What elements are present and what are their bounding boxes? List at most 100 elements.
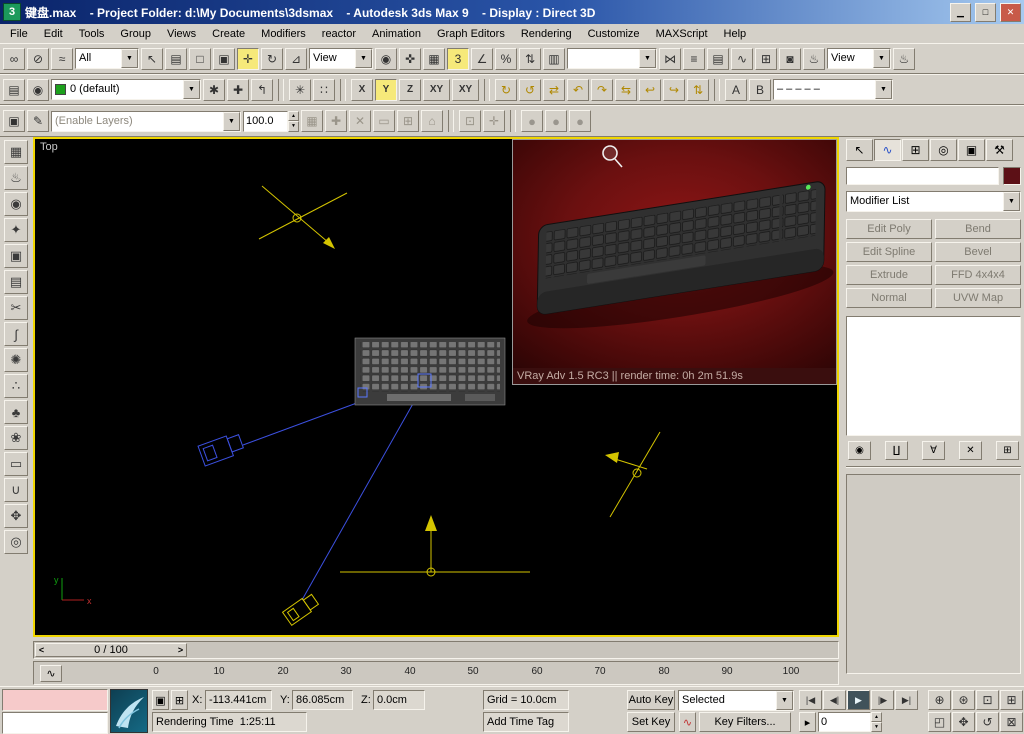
- z-coordinate-field[interactable]: 0.0cm: [373, 690, 425, 710]
- tool-a-icon[interactable]: A: [725, 78, 747, 101]
- anim-layer-props-icon[interactable]: ✛: [483, 110, 505, 132]
- make-unique-icon[interactable]: ∀: [922, 441, 945, 460]
- sphere-icon[interactable]: ◉: [4, 192, 28, 216]
- spline-icon[interactable]: ∫: [4, 322, 28, 346]
- select-and-rotate-icon[interactable]: ↻: [261, 47, 283, 70]
- auto-key-button[interactable]: Auto Key: [627, 690, 675, 710]
- macro-rotate-ccw-icon[interactable]: ↺: [519, 78, 541, 101]
- chevron-down-icon[interactable]: ▼: [639, 49, 656, 68]
- disable-anim-layer-icon[interactable]: ⊡: [459, 110, 481, 132]
- set-key-filters-icon[interactable]: ∿: [679, 712, 696, 732]
- render-scene-icon[interactable]: ♨: [803, 47, 825, 70]
- move-gizmo-icon[interactable]: ✥: [4, 504, 28, 528]
- time-slider[interactable]: < 0 / 100 >: [35, 643, 187, 657]
- curve-editor-icon[interactable]: ∿: [731, 47, 753, 70]
- select-and-move-icon[interactable]: ✛: [237, 47, 259, 70]
- macro-forward-icon[interactable]: ↪: [663, 78, 685, 101]
- spinner-snap-icon[interactable]: ⇅: [519, 47, 541, 70]
- macro-shift-icon[interactable]: ⇆: [615, 78, 637, 101]
- hierarchy-tab[interactable]: ⊞: [902, 139, 929, 161]
- remove-modifier-icon[interactable]: ✕: [959, 441, 982, 460]
- angle-snap-icon[interactable]: ∠: [471, 47, 493, 70]
- macro-recorder-row[interactable]: [2, 689, 108, 711]
- star-icon[interactable]: ✦: [4, 218, 28, 242]
- display-panel-icon[interactable]: ▣: [4, 244, 28, 268]
- chevron-down-icon[interactable]: ▼: [776, 691, 793, 710]
- zoom-all-icon[interactable]: ⊛: [952, 690, 975, 710]
- indicator-sphere-icon[interactable]: ●: [569, 110, 591, 132]
- named-selection-dropdown[interactable]: ▼: [567, 48, 657, 69]
- set-key-button[interactable]: Set Key: [627, 712, 675, 732]
- delete-anim-layer-icon[interactable]: ✕: [349, 110, 371, 132]
- ffd-4x4x4-button[interactable]: FFD 4x4x4: [935, 265, 1021, 285]
- layers-panel-icon[interactable]: ▤: [4, 270, 28, 294]
- scatter-icon[interactable]: ∴: [4, 374, 28, 398]
- layer-weight-spinner[interactable]: 100.0 ▲ ▼: [243, 110, 299, 132]
- go-to-start-button[interactable]: |◀: [799, 690, 822, 710]
- flower-icon[interactable]: ❀: [4, 426, 28, 450]
- object-name-field[interactable]: [846, 167, 999, 185]
- pan-icon[interactable]: ✥: [952, 712, 975, 732]
- menu-customize[interactable]: Customize: [580, 26, 648, 42]
- layer-manager-icon[interactable]: ▤: [707, 47, 729, 70]
- cylinder-icon[interactable]: ▭: [4, 452, 28, 476]
- tree-icon[interactable]: ♣: [4, 400, 28, 424]
- indicator-sphere-icon[interactable]: ●: [545, 110, 567, 132]
- menu-rendering[interactable]: Rendering: [513, 26, 580, 42]
- teapot-icon[interactable]: ♨: [4, 166, 28, 190]
- macro-redo-view-icon[interactable]: ↷: [591, 78, 613, 101]
- select-and-manipulate-icon[interactable]: ✜: [399, 47, 421, 70]
- active-layer-dropdown[interactable]: 0 (default) ▼: [51, 79, 201, 100]
- display-tab[interactable]: ▣: [958, 139, 985, 161]
- box-primitive-icon[interactable]: ▦: [4, 140, 28, 164]
- utilities-tab[interactable]: ⚒: [986, 139, 1013, 161]
- tube-icon[interactable]: ∪: [4, 478, 28, 502]
- enable-anim-layers-icon[interactable]: ▣: [3, 110, 25, 132]
- align-icon[interactable]: ≡: [683, 47, 705, 70]
- frame-number-spinner[interactable]: 0 ▲ ▼: [818, 712, 882, 732]
- spacing-tool-icon[interactable]: ∷: [313, 78, 335, 101]
- track-bar[interactable]: ∿ 0 10 20 30 40 50 60 70 80 90 100: [33, 661, 839, 685]
- create-tab[interactable]: ↖: [846, 139, 873, 161]
- next-frame-button[interactable]: |▶: [871, 690, 894, 710]
- zoom-extents-icon[interactable]: ⊡: [976, 690, 999, 710]
- menu-edit[interactable]: Edit: [36, 26, 71, 42]
- paste-anim-layer-icon[interactable]: ⊞: [397, 110, 419, 132]
- key-mode-toggle[interactable]: ▸: [799, 712, 816, 732]
- macro-undo-view-icon[interactable]: ↶: [567, 78, 589, 101]
- macro-swap-icon[interactable]: ⇄: [543, 78, 565, 101]
- chevron-down-icon[interactable]: ▼: [1003, 192, 1020, 211]
- scissors-icon[interactable]: ✂: [4, 296, 28, 320]
- copy-anim-layer-icon[interactable]: ▭: [373, 110, 395, 132]
- macro-rotate-cw-icon[interactable]: ↻: [495, 78, 517, 101]
- modify-tab[interactable]: ∿: [874, 139, 901, 161]
- listener-row[interactable]: [2, 712, 108, 734]
- chevron-down-icon[interactable]: ▼: [223, 111, 240, 131]
- bind-to-space-warp-icon[interactable]: ≈: [51, 47, 73, 70]
- menu-animation[interactable]: Animation: [364, 26, 429, 42]
- extrude-button[interactable]: Extrude: [846, 265, 932, 285]
- vray-frame-buffer[interactable]: VRay Adv 1.5 RC3 || render time: 0h 2m 5…: [512, 139, 837, 385]
- maximize-button[interactable]: □: [975, 2, 996, 22]
- object-color-swatch[interactable]: [1003, 167, 1021, 185]
- zoom-extents-all-icon[interactable]: ⊞: [1000, 690, 1023, 710]
- render-type-dropdown[interactable]: View ▼: [827, 48, 891, 69]
- add-anim-layer-icon[interactable]: ✚: [325, 110, 347, 132]
- absolute-offset-toggle[interactable]: ⊞: [171, 690, 188, 710]
- window-crossing-icon[interactable]: ▣: [213, 47, 235, 70]
- menu-file[interactable]: File: [2, 26, 36, 42]
- layer-visibility-icon[interactable]: ◉: [27, 78, 49, 101]
- macro-return-icon[interactable]: ↩: [639, 78, 661, 101]
- chevron-down-icon[interactable]: ▼: [875, 80, 892, 99]
- menu-graph-editors[interactable]: Graph Editors: [429, 26, 513, 42]
- selection-filter-dropdown[interactable]: All ▼: [75, 48, 139, 69]
- edit-spline-button[interactable]: Edit Spline: [846, 242, 932, 262]
- time-slider-track[interactable]: < 0 / 100 >: [33, 641, 839, 659]
- collapse-anim-layer-icon[interactable]: ⌂: [421, 110, 443, 132]
- layer-manager-toggle-icon[interactable]: ▤: [3, 78, 25, 101]
- gear-icon[interactable]: ✺: [4, 348, 28, 372]
- keyboard-override-icon[interactable]: ▦: [423, 47, 445, 70]
- create-layer-icon[interactable]: ✱: [203, 78, 225, 101]
- selection-lock-toggle[interactable]: ▣: [152, 690, 169, 710]
- menu-reactor[interactable]: reactor: [314, 26, 364, 42]
